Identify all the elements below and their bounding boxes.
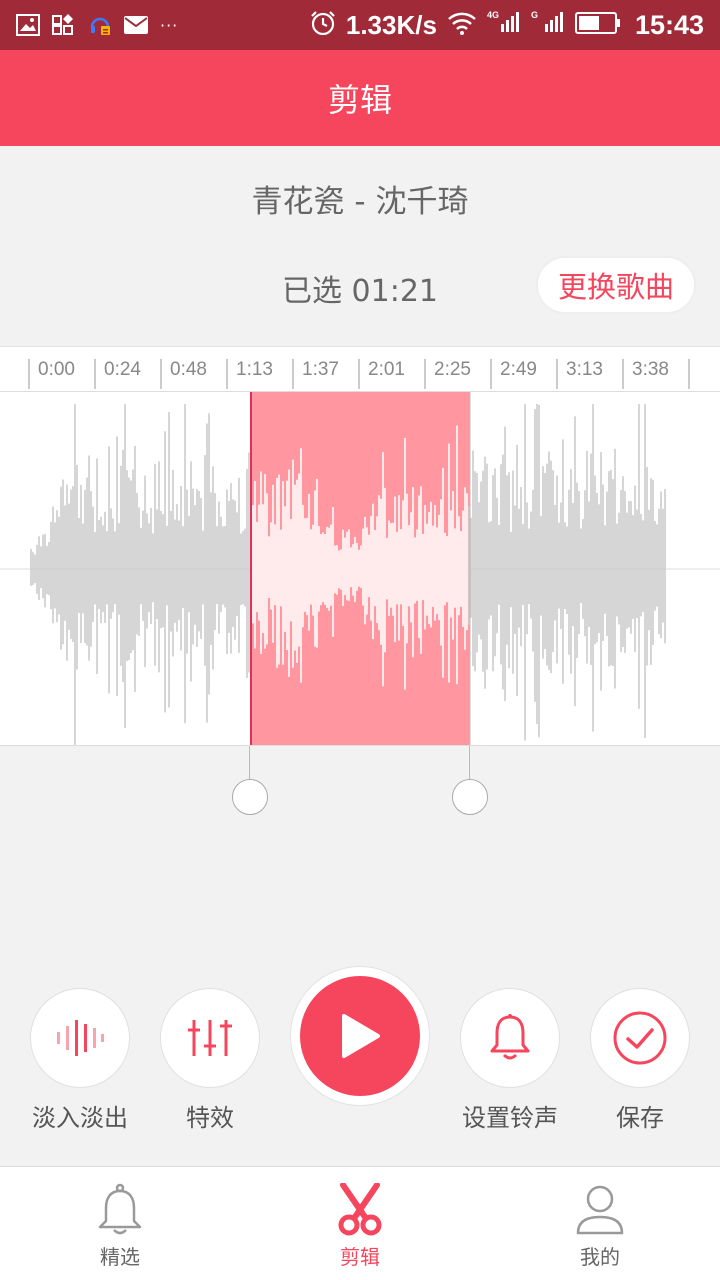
- selected-duration: 已选 01:21: [282, 274, 438, 309]
- status-bar: ··· 1.33K/s 4G G 15:43: [0, 0, 720, 50]
- check-circle-icon: [613, 1011, 667, 1065]
- play-button[interactable]: [300, 976, 420, 1096]
- timeline-tick: 0:48: [160, 359, 207, 389]
- scissors-icon: [338, 1183, 382, 1236]
- play-icon: [342, 1014, 380, 1058]
- timeline-tick: 3:13: [556, 359, 603, 389]
- bell-icon: [490, 1014, 530, 1060]
- clock: 15:43: [634, 9, 704, 40]
- end-handle[interactable]: [452, 779, 488, 815]
- fade-button-circle[interactable]: [30, 988, 130, 1088]
- effects-button[interactable]: 特效: [160, 988, 260, 1133]
- headset-notification-icon: [88, 13, 112, 37]
- battery-icon: [574, 12, 621, 38]
- nav-item-featured[interactable]: 精选: [0, 1167, 240, 1280]
- timeline-tick: 1:13: [226, 359, 273, 389]
- waveform: [0, 392, 720, 745]
- waveform-editor[interactable]: [0, 392, 720, 746]
- apps-notification-icon: [52, 14, 76, 36]
- save-button[interactable]: 保存: [590, 988, 690, 1133]
- signal-g-icon: G: [531, 10, 565, 40]
- fade-in-out-button[interactable]: 淡入淡出: [30, 988, 130, 1133]
- alarm-icon: [310, 10, 336, 40]
- save-button-circle[interactable]: [590, 988, 690, 1088]
- network-speed: 1.33K/s: [345, 9, 437, 40]
- set-ringtone-button[interactable]: 设置铃声: [460, 988, 560, 1133]
- nav-label-edit: 剪辑: [340, 1245, 380, 1269]
- bottom-nav: 精选 剪辑 我的: [0, 1166, 720, 1280]
- signal-4g-icon: 4G: [487, 10, 521, 40]
- timeline-tick: 0:24: [94, 359, 141, 389]
- effects-label: 特效: [186, 1104, 234, 1132]
- play-button-ring: [290, 966, 430, 1106]
- end-handle-line: [469, 746, 470, 780]
- nav-label-mine: 我的: [580, 1245, 620, 1269]
- app-header: 剪辑: [0, 50, 720, 146]
- timeline-tick: 2:01: [358, 359, 405, 389]
- effects-button-circle[interactable]: [160, 988, 260, 1088]
- song-title: 青花瓷 - 沈千琦: [251, 184, 469, 220]
- more-notifications-icon: ···: [160, 15, 179, 35]
- nav-item-mine[interactable]: 我的: [480, 1167, 720, 1280]
- bell-icon: [98, 1183, 142, 1235]
- timeline-ruler: 0:00 0:24 0:48 1:13 1:37 2:01 2:25 2:49 …: [0, 346, 720, 392]
- mail-notification-icon: [124, 16, 148, 34]
- image-notification-icon: [16, 14, 40, 36]
- fade-icon: [57, 1020, 104, 1056]
- user-icon: [576, 1185, 624, 1235]
- nav-label-featured: 精选: [100, 1245, 140, 1269]
- timeline-tick: 2:25: [424, 359, 471, 389]
- timeline-tick: 1:37: [292, 359, 339, 389]
- timeline-tick: 3:38: [622, 359, 669, 389]
- change-song-button[interactable]: 更换歌曲: [536, 256, 696, 314]
- save-label: 保存: [616, 1104, 664, 1132]
- timeline-end-tick: [688, 359, 690, 389]
- ringtone-button-circle[interactable]: [460, 988, 560, 1088]
- wifi-icon: [447, 11, 477, 39]
- start-handle-line: [249, 746, 250, 780]
- sliders-icon: [188, 1020, 232, 1056]
- nav-item-edit[interactable]: 剪辑: [240, 1167, 480, 1280]
- timeline-tick: 2:49: [490, 359, 537, 389]
- timeline-tick: 0:00: [28, 359, 75, 389]
- start-handle[interactable]: [232, 779, 268, 815]
- svg-text:4G: 4G: [487, 10, 499, 20]
- page-title: 剪辑: [327, 81, 392, 119]
- svg-text:G: G: [531, 10, 538, 20]
